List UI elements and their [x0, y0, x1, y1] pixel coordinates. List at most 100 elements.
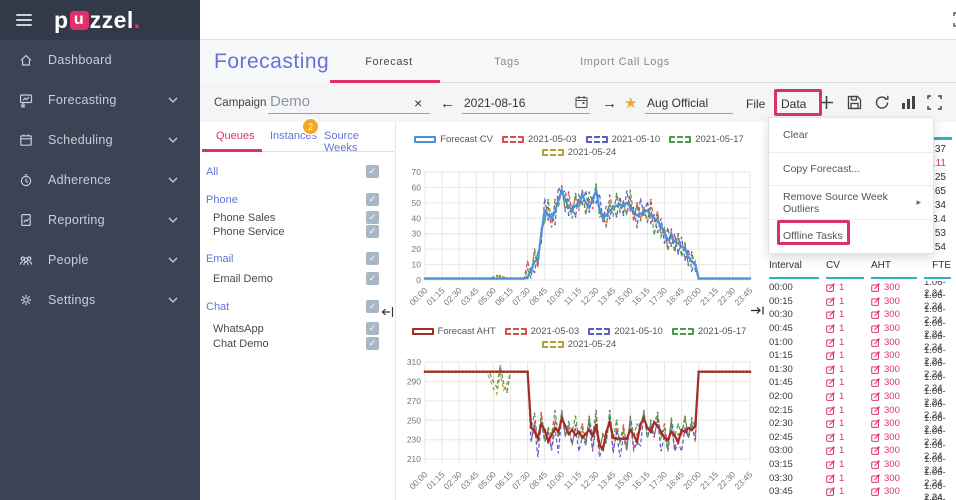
edit-icon[interactable]	[871, 432, 881, 443]
edit-icon[interactable]	[871, 391, 881, 402]
chart-view-icon[interactable]	[901, 95, 916, 110]
edit-icon[interactable]	[871, 418, 881, 429]
aht-cell[interactable]: 300	[871, 377, 917, 388]
queue-checkbox[interactable]: ✓	[366, 225, 379, 238]
queue-label[interactable]: Chat Demo	[213, 338, 269, 350]
cv-cell[interactable]: 1	[826, 296, 864, 307]
collapse-panel-icon[interactable]	[381, 305, 394, 319]
save-icon[interactable]	[847, 95, 862, 110]
edit-icon[interactable]	[826, 309, 836, 320]
edit-icon[interactable]	[826, 445, 836, 456]
column-header-fte[interactable]: FTE	[924, 260, 951, 279]
aht-cell[interactable]: 300	[871, 391, 917, 402]
legend-item[interactable]: Forecast CV	[414, 134, 493, 145]
edit-icon[interactable]	[826, 486, 836, 497]
queue-label[interactable]: All	[206, 166, 218, 178]
calendar-icon[interactable]	[575, 95, 588, 109]
aht-cell[interactable]: 300	[871, 309, 917, 320]
edit-icon[interactable]	[871, 350, 881, 361]
edit-icon[interactable]	[826, 323, 836, 334]
queue-checkbox[interactable]: ✓	[366, 252, 379, 265]
aht-cell[interactable]: 300	[871, 405, 917, 416]
aht-cell[interactable]: 300	[871, 350, 917, 361]
aht-cell[interactable]: 300	[871, 418, 917, 429]
legend-item[interactable]: 2021-05-24	[542, 339, 617, 350]
aht-cell[interactable]: 300	[871, 486, 917, 497]
column-header-interval[interactable]: Interval	[769, 260, 819, 279]
official-star-icon[interactable]: ★	[624, 94, 637, 112]
aht-cell[interactable]: 300	[871, 459, 917, 470]
legend-item[interactable]: Forecast AHT	[412, 326, 496, 337]
refresh-icon[interactable]	[874, 95, 890, 110]
date-input[interactable]: 2021-08-16	[462, 91, 590, 114]
queue-label[interactable]: Phone Service	[213, 226, 285, 238]
expand-icon[interactable]	[927, 95, 942, 110]
queue-label[interactable]: Phone	[206, 194, 238, 206]
edit-icon[interactable]	[871, 323, 881, 334]
menu-item-copy-forecast[interactable]: Copy Forecast...	[769, 152, 933, 186]
edit-icon[interactable]	[826, 337, 836, 348]
legend-item[interactable]: 2021-05-17	[672, 326, 747, 337]
cv-cell[interactable]: 1	[826, 391, 864, 402]
edit-icon[interactable]	[871, 309, 881, 320]
sidebar-item-scheduling[interactable]: Scheduling	[0, 120, 200, 160]
menu-item-offline-tasks[interactable]: Offline Tasks	[769, 219, 933, 253]
queue-checkbox[interactable]: ✓	[366, 322, 379, 335]
edit-icon[interactable]	[871, 364, 881, 375]
queue-checkbox[interactable]: ✓	[366, 337, 379, 350]
edit-icon[interactable]	[871, 473, 881, 484]
aht-cell[interactable]: 300	[871, 364, 917, 375]
queue-checkbox[interactable]: ✓	[366, 211, 379, 224]
menu-item-remove-source-week-outliers[interactable]: Remove Source Week Outliers▸	[769, 185, 933, 219]
aht-cell[interactable]: 300	[871, 296, 917, 307]
legend-item[interactable]: 2021-05-03	[505, 326, 580, 337]
edit-icon[interactable]	[871, 296, 881, 307]
aht-cell[interactable]: 300	[871, 445, 917, 456]
edit-icon[interactable]	[871, 405, 881, 416]
edit-icon[interactable]	[871, 486, 881, 497]
edit-icon[interactable]	[826, 405, 836, 416]
edit-icon[interactable]	[871, 337, 881, 348]
sidebar-item-adherence[interactable]: Adherence	[0, 160, 200, 200]
column-header-aht[interactable]: AHT	[871, 260, 917, 279]
queues-tab-queues[interactable]: Queues	[216, 130, 255, 142]
edit-icon[interactable]	[871, 377, 881, 388]
forecast-name-input[interactable]: Aug Official	[645, 91, 733, 114]
queue-label[interactable]: Email Demo	[213, 273, 273, 285]
queue-label[interactable]: Phone Sales	[213, 212, 275, 224]
sidebar-item-reporting[interactable]: Reporting	[0, 200, 200, 240]
previous-week-icon[interactable]: ←	[440, 95, 455, 112]
cv-cell[interactable]: 1	[826, 445, 864, 456]
aht-cell[interactable]: 300	[871, 337, 917, 348]
edit-icon[interactable]	[826, 459, 836, 470]
tab-import-call-logs[interactable]: Import Call Logs	[566, 56, 684, 68]
edit-icon[interactable]	[826, 282, 836, 293]
add-icon[interactable]	[819, 95, 834, 110]
queue-checkbox[interactable]: ✓	[366, 165, 379, 178]
menu-item-clear[interactable]: Clear	[769, 118, 933, 152]
cv-cell[interactable]: 1	[826, 377, 864, 388]
aht-cell[interactable]: 300	[871, 323, 917, 334]
legend-item[interactable]: 2021-05-24	[542, 147, 617, 158]
edit-icon[interactable]	[826, 350, 836, 361]
edit-icon[interactable]	[826, 432, 836, 443]
aht-cell[interactable]: 300	[871, 432, 917, 443]
aht-cell[interactable]: 300	[871, 282, 917, 293]
clear-campaign-icon[interactable]: ×	[414, 95, 422, 111]
queue-label[interactable]: WhatsApp	[213, 323, 264, 335]
next-week-icon[interactable]: →	[602, 95, 617, 112]
edit-icon[interactable]	[826, 418, 836, 429]
edit-icon[interactable]	[826, 296, 836, 307]
cv-cell[interactable]: 1	[826, 405, 864, 416]
legend-item[interactable]: 2021-05-17	[669, 134, 744, 145]
queue-label[interactable]: Chat	[206, 301, 229, 313]
edit-icon[interactable]	[871, 282, 881, 293]
cv-cell[interactable]: 1	[826, 337, 864, 348]
queue-checkbox[interactable]: ✓	[366, 193, 379, 206]
edit-icon[interactable]	[871, 459, 881, 470]
legend-item[interactable]: 2021-05-10	[586, 134, 661, 145]
cv-cell[interactable]: 1	[826, 473, 864, 484]
cv-cell[interactable]: 1	[826, 432, 864, 443]
campaign-input[interactable]: Demo	[268, 91, 430, 114]
cv-cell[interactable]: 1	[826, 418, 864, 429]
